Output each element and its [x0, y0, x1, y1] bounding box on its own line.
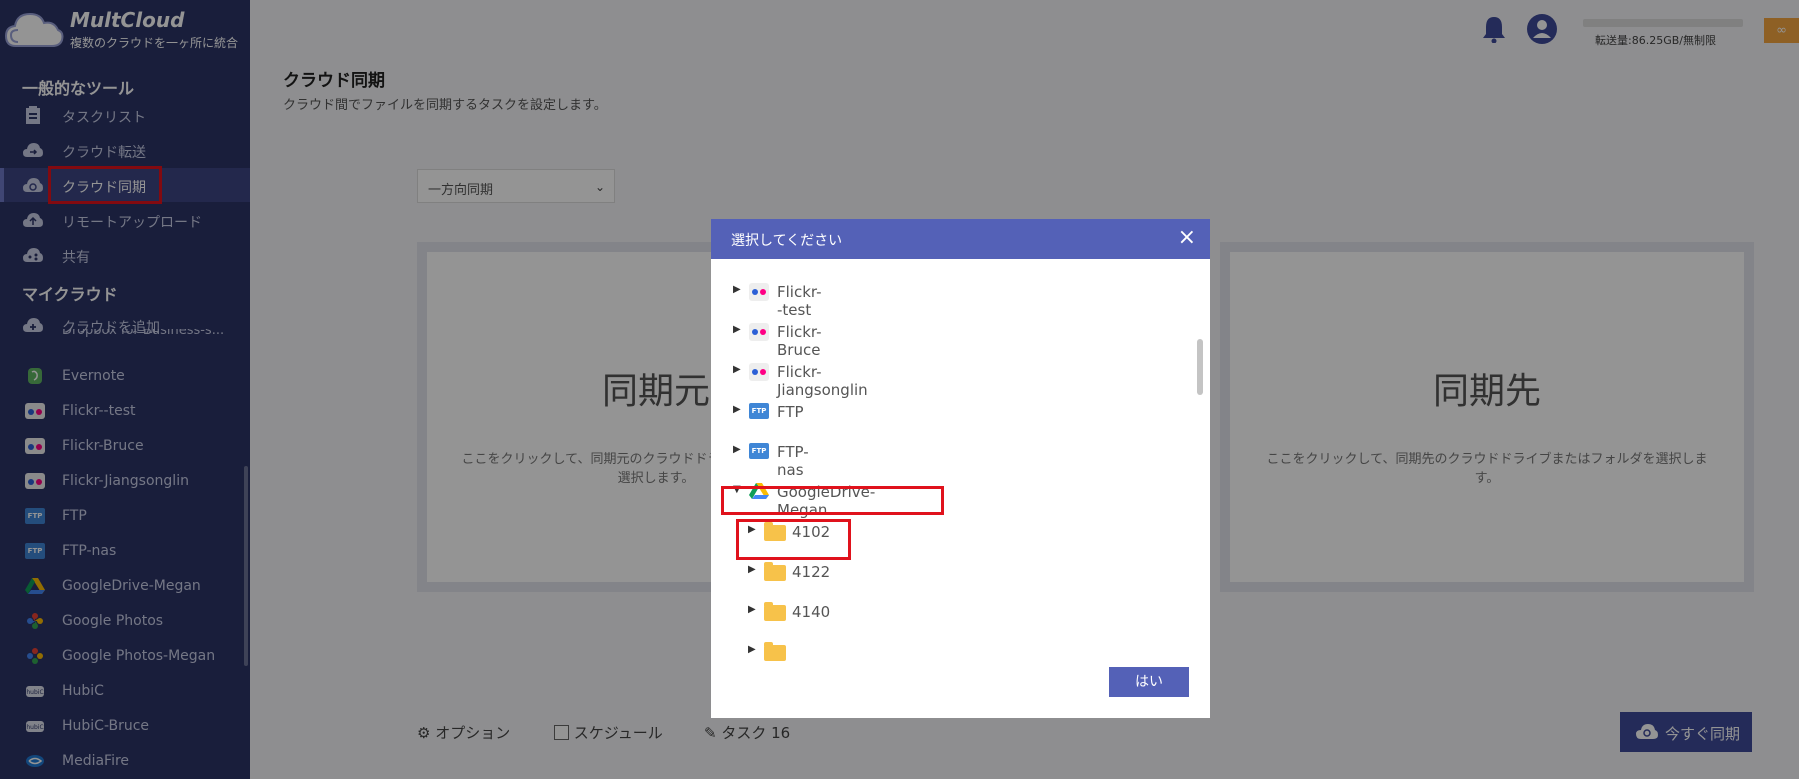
tree-node-label: 4122 [792, 563, 831, 581]
ok-button[interactable]: はい [1109, 667, 1189, 697]
folder-icon [764, 602, 786, 621]
dialog-scrollbar[interactable] [1197, 339, 1203, 395]
folder-icon [764, 642, 786, 661]
caret-right-icon[interactable]: ▶ [748, 564, 756, 575]
ftp-icon: FTP [749, 403, 769, 419]
dialog-header: 選択してください × [711, 219, 1210, 259]
highlight-box [736, 519, 851, 560]
flickr-icon [749, 283, 769, 301]
tree-node-label: Flickr-Bruce [777, 323, 822, 359]
caret-right-icon[interactable]: ▶ [748, 604, 756, 615]
close-icon[interactable]: × [1178, 227, 1196, 249]
caret-right-icon[interactable]: ▶ [733, 444, 741, 455]
highlight-box [721, 486, 944, 515]
flickr-icon [749, 363, 769, 381]
select-dialog: 選択してください × ▶ Flickr--test ▶ Flickr-Bruce… [711, 219, 1210, 718]
caret-right-icon[interactable]: ▶ [733, 284, 741, 295]
cloud-tree: ▶ Flickr--test ▶ Flickr-Bruce ▶ Flickr-J… [711, 259, 1191, 667]
caret-right-icon[interactable]: ▶ [748, 644, 756, 655]
dialog-title: 選択してください [731, 233, 843, 249]
tree-node-label: FTP-nas [777, 443, 809, 479]
caret-right-icon[interactable]: ▶ [733, 324, 741, 335]
tree-node-label: FTP [777, 403, 804, 421]
caret-right-icon[interactable]: ▶ [733, 364, 741, 375]
folder-icon [764, 562, 786, 581]
tree-node-label: 4140 [792, 603, 831, 621]
caret-right-icon[interactable]: ▶ [733, 404, 741, 415]
tree-node-label: Flickr-Jiangsonglin [777, 363, 868, 399]
ftp-icon: FTP [749, 443, 769, 459]
flickr-icon [749, 323, 769, 341]
tree-node-label: Flickr--test [777, 283, 822, 319]
